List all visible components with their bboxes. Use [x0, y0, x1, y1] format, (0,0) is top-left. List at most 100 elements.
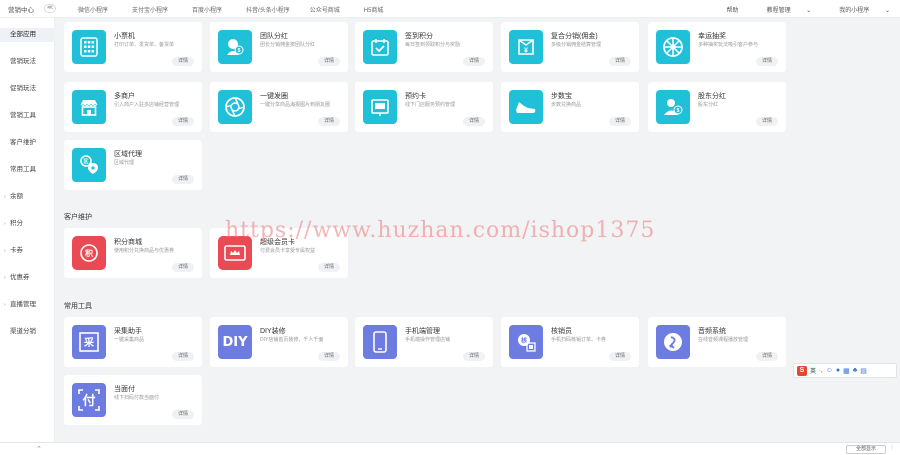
- help-link[interactable]: 帮助: [727, 5, 739, 14]
- brand-label: 营销中心: [8, 6, 34, 14]
- phone-icon: [363, 325, 397, 359]
- app-card[interactable]: 一键发圈 一键分享商品海报图片到朋友圈 详情: [210, 82, 348, 132]
- app-card[interactable]: 幸运抽奖 多种抽奖玩法吸引客户参与 详情: [648, 22, 786, 72]
- card-description: 步数兑换商品: [551, 102, 582, 108]
- card-description: 手机扫码核销订单、卡券: [551, 337, 607, 343]
- details-button[interactable]: 详情: [172, 410, 194, 419]
- app-card[interactable]: 步数宝 步数兑换商品 详情: [501, 82, 639, 132]
- app-card[interactable]: 小票机 打印订单、发货单、备货单 详情: [64, 22, 202, 72]
- chevron-right-icon: ›: [4, 248, 6, 254]
- microphone-icon[interactable]: ●: [836, 367, 840, 374]
- card-title: 步数宝: [551, 93, 572, 100]
- app-card[interactable]: 采 采集助手 一键采集商品 详情: [64, 317, 202, 367]
- sidebar-item-points[interactable]: › 积分: [0, 217, 55, 231]
- details-button[interactable]: 详情: [318, 57, 340, 66]
- card-description: 每日签到领取积分与奖励: [405, 42, 461, 48]
- card-description: 线下扫码付款当面付: [114, 395, 160, 401]
- details-button[interactable]: 详情: [463, 352, 485, 361]
- sidebar-item-all-apps[interactable]: 全部应用: [0, 28, 55, 42]
- details-button[interactable]: 详情: [756, 117, 778, 126]
- details-button[interactable]: 详情: [756, 57, 778, 66]
- sidebar-item-marketing-tools[interactable]: 营销工具: [0, 109, 55, 123]
- app-card[interactable]: $ 股东分红 股东分红 详情: [648, 82, 786, 132]
- tutorial-menu-label: 教程管理: [766, 7, 791, 14]
- details-button[interactable]: 详情: [172, 263, 194, 272]
- more-icon[interactable]: ⋮: [889, 444, 895, 451]
- sidebar-item-balance[interactable]: › 余额: [0, 190, 55, 204]
- ime-language[interactable]: 英: [810, 366, 816, 375]
- card-title: 手机端管理: [405, 328, 440, 335]
- card-title: 区域代理: [114, 151, 142, 158]
- chevron-up-icon[interactable]: ⌃: [36, 445, 42, 453]
- card-title: 多商户: [114, 93, 135, 100]
- ime-toolbar[interactable]: S 英 ·, ☺ ● ▦ ♣ ▤: [793, 363, 897, 378]
- svg-text:$: $: [238, 48, 241, 54]
- my-miniprogram-menu[interactable]: 我的小程序 ⌄: [825, 5, 890, 14]
- app-card[interactable]: 预约卡 线下门店服务预约管理 详情: [355, 82, 493, 132]
- details-button[interactable]: 详情: [172, 57, 194, 66]
- ime-punctuation[interactable]: ·,: [819, 368, 823, 374]
- sidebar-item-common-tools[interactable]: 常用工具: [0, 163, 55, 177]
- svg-text:积: 积: [85, 248, 93, 258]
- app-card[interactable]: 手机端管理 手机端操作管理店铺 详情: [355, 317, 493, 367]
- app-card[interactable]: 多商户 引入商户入驻多店铺经营管理 详情: [64, 82, 202, 132]
- sidebar-item-label: 营销玩法: [10, 58, 36, 65]
- app-card[interactable]: $ 团队分红 团长分销佣金按团队分红 详情: [210, 22, 348, 72]
- sidebar-item-customer[interactable]: 客户维护: [0, 136, 55, 150]
- details-button[interactable]: 详情: [609, 352, 631, 361]
- details-button[interactable]: 详情: [172, 117, 194, 126]
- tab-baidu-mini[interactable]: 百度小程序: [192, 5, 222, 14]
- chevron-right-icon: ›: [4, 221, 6, 227]
- top-navigation-bar: 营销中心 ≪ 微信小程序 支付宝小程序 百度小程序 抖音/头条小程序 公众号商城…: [0, 0, 900, 18]
- details-button[interactable]: 详情: [172, 352, 194, 361]
- details-button[interactable]: 详情: [318, 352, 340, 361]
- details-button[interactable]: 详情: [318, 263, 340, 272]
- app-card[interactable]: 音频系统 在线音频课程播放管理 详情: [648, 317, 786, 367]
- details-button[interactable]: 详情: [609, 57, 631, 66]
- tab-wechat-mini[interactable]: 微信小程序: [78, 5, 108, 14]
- app-card[interactable]: 签到积分 每日签到领取积分与奖励 详情: [355, 22, 493, 72]
- card-title: 采集助手: [114, 328, 142, 335]
- app-card[interactable]: 核 核销员 手机扫码核销订单、卡券 详情: [501, 317, 639, 367]
- show-all-button[interactable]: 全部显示: [846, 445, 886, 454]
- tutorial-menu[interactable]: 教程管理 ⌄: [753, 5, 812, 14]
- details-button[interactable]: 详情: [756, 352, 778, 361]
- keyboard-icon[interactable]: ▦: [843, 367, 850, 375]
- details-button[interactable]: 详情: [463, 117, 485, 126]
- collapse-sidebar-button[interactable]: ≪: [44, 4, 56, 13]
- section-title-customer: 客户维护: [64, 214, 92, 221]
- chevron-right-icon: ›: [4, 302, 6, 308]
- app-card[interactable]: 付 当面付 线下扫码付款当面付 详情: [64, 375, 202, 425]
- app-card[interactable]: 积 积分商城 使用积分兑换商品与优惠券 详情: [64, 228, 202, 278]
- tab-h5-mall[interactable]: H5商城: [364, 5, 384, 14]
- sidebar-item-channel[interactable]: 渠道分销: [0, 325, 55, 339]
- tools-icon[interactable]: ▤: [860, 367, 867, 375]
- grid-icon: [72, 30, 106, 64]
- details-button[interactable]: 详情: [172, 175, 194, 184]
- details-button[interactable]: 详情: [463, 57, 485, 66]
- tab-official-account[interactable]: 公众号商城: [310, 5, 340, 14]
- card-description: 手机端操作管理店铺: [405, 337, 451, 343]
- chevron-right-icon: ›: [4, 275, 6, 281]
- details-button[interactable]: 详情: [318, 117, 340, 126]
- skin-icon[interactable]: ♣: [853, 367, 858, 374]
- sidebar-item-discount[interactable]: › 优惠券: [0, 271, 55, 285]
- app-card[interactable]: 区 区域代理 区域代理 详情: [64, 140, 202, 190]
- app-card[interactable]: ¥ 复合分销(佣金) 多级分销佣金结算管理 详情: [501, 22, 639, 72]
- tab-douyin-mini[interactable]: 抖音/头条小程序: [246, 5, 290, 14]
- app-card[interactable]: DIY DIY装修 DIY店铺首页装修，千人千面 详情: [210, 317, 348, 367]
- details-button[interactable]: 详情: [609, 117, 631, 126]
- emoji-icon[interactable]: ☺: [826, 367, 833, 374]
- card-title: 小票机: [114, 33, 135, 40]
- card-description: DIY店铺首页装修，千人千面: [260, 337, 324, 343]
- team-bonus-icon: $: [218, 30, 252, 64]
- sidebar-item-promotion[interactable]: 促销玩法: [0, 82, 55, 96]
- sogou-logo-icon: S: [797, 365, 807, 376]
- tab-alipay-mini[interactable]: 支付宝小程序: [132, 5, 168, 14]
- sidebar-item-marketing[interactable]: 营销玩法: [0, 55, 55, 69]
- card-description: 在线音频课程播放管理: [698, 337, 749, 343]
- sidebar-item-coupons[interactable]: › 卡券: [0, 244, 55, 258]
- sidebar: 全部应用 营销玩法 促销玩法 营销工具 客户维护 常用工具 › 余额 › 积分 › 卡…: [0, 18, 55, 442]
- sidebar-item-live[interactable]: › 直播管理: [0, 298, 55, 312]
- chevron-right-icon: ›: [4, 194, 6, 200]
